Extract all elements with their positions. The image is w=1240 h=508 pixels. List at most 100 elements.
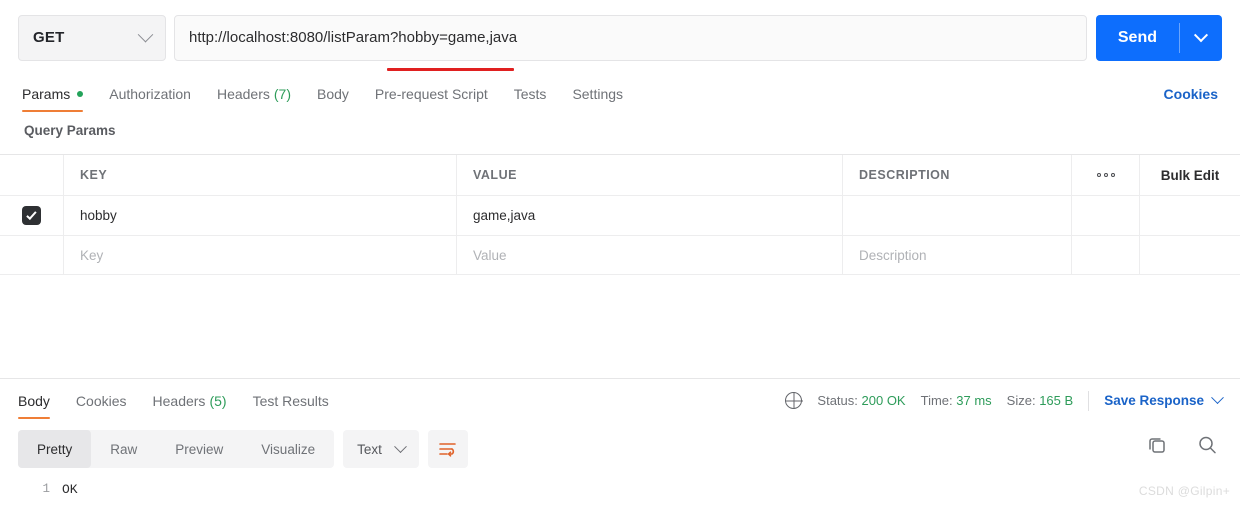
view-raw-button[interactable]: Raw — [91, 430, 156, 468]
view-pretty-button[interactable]: Pretty — [18, 430, 92, 468]
status-label: Status: — [817, 393, 858, 408]
url-text: http://localhost:8080/listParam?hobby=ga… — [189, 29, 518, 46]
table-row[interactable]: hobby game,java — [0, 195, 1240, 235]
tab-body[interactable]: Body — [317, 75, 349, 112]
row-key-value: hobby — [80, 208, 117, 223]
row-checkbox-cell[interactable] — [0, 196, 64, 235]
bulk-edit-button[interactable]: Bulk Edit — [1140, 155, 1240, 195]
tab-body-label: Body — [317, 85, 349, 102]
chevron-down-icon — [1193, 27, 1209, 42]
empty-row-key-input[interactable]: Key — [64, 236, 457, 274]
response-tab-body[interactable]: Body — [18, 382, 50, 419]
bulk-edit-label: Bulk Edit — [1160, 167, 1220, 183]
cookies-link[interactable]: Cookies — [1164, 86, 1218, 102]
response-body-viewer[interactable]: 1 OK — [0, 482, 1240, 508]
view-preview-button[interactable]: Preview — [156, 430, 242, 468]
header-description-label: DESCRIPTION — [859, 168, 950, 182]
empty-row-spacer-options — [1072, 236, 1140, 274]
url-input[interactable]: http://localhost:8080/listParam?hobby=ga… — [174, 14, 1087, 71]
pane-divider — [0, 378, 1240, 379]
url-param-highlight-underline — [387, 67, 514, 71]
size-label: Size: — [1006, 393, 1036, 408]
save-response-button[interactable]: Save Response — [1104, 391, 1224, 408]
row-description-cell[interactable] — [843, 196, 1072, 235]
status-value: 200 OK — [861, 393, 906, 408]
tab-headers[interactable]: Headers (7) — [217, 75, 291, 112]
meta-divider — [1088, 390, 1090, 411]
check-icon — [26, 208, 37, 220]
save-response-label: Save Response — [1104, 393, 1204, 408]
row-value-cell[interactable]: game,java — [457, 196, 843, 235]
copy-icon[interactable] — [1146, 434, 1168, 456]
globe-icon — [785, 392, 803, 409]
query-params-table: KEY VALUE DESCRIPTION Bulk Edit hobby ga… — [0, 154, 1240, 275]
send-button-group: Send — [1095, 14, 1222, 61]
empty-row-key-placeholder: Key — [80, 247, 104, 263]
empty-row-checkbox-cell[interactable] — [0, 236, 64, 274]
tab-pre-request-script[interactable]: Pre-request Script — [375, 75, 488, 112]
empty-row-description-placeholder: Description — [859, 247, 927, 263]
tab-tests[interactable]: Tests — [514, 75, 547, 112]
chevron-down-icon — [137, 26, 154, 43]
tab-params[interactable]: Params — [22, 75, 84, 112]
table-options-button[interactable] — [1072, 155, 1140, 195]
header-key-label: KEY — [80, 168, 108, 182]
empty-row-description-input[interactable]: Description — [843, 236, 1072, 274]
response-view-toolbar: Pretty Raw Preview Visualize Text — [18, 430, 468, 468]
response-tab-test-results[interactable]: Test Results — [253, 382, 329, 419]
tab-authorization[interactable]: Authorization — [109, 75, 191, 112]
time-value: 37 ms — [956, 393, 992, 408]
send-button[interactable]: Send — [1096, 15, 1179, 61]
time-group: Time: 37 ms — [921, 393, 992, 408]
watermark: CSDN @Gilpin+ — [1138, 484, 1230, 498]
tab-headers-label: Headers — [216, 85, 270, 102]
response-tabs-bar: Body Cookies Headers (5) Test Results St… — [0, 382, 1240, 419]
header-cell-description: DESCRIPTION — [843, 155, 1072, 195]
header-cell-key: KEY — [64, 155, 457, 195]
table-row-empty[interactable]: Key Value Description — [0, 235, 1240, 275]
response-tab-headers[interactable]: Headers (5) — [153, 382, 227, 419]
row-spacer-options — [1072, 196, 1140, 235]
http-method-label: GET — [33, 29, 65, 46]
response-tab-test-results-label: Test Results — [252, 392, 329, 409]
word-wrap-icon — [439, 442, 457, 457]
response-meta: Status: 200 OK Time: 37 ms Size: 165 B S… — [785, 390, 1224, 411]
search-icon[interactable] — [1196, 434, 1218, 456]
header-value-label: VALUE — [473, 168, 517, 182]
tab-settings[interactable]: Settings — [572, 75, 623, 112]
row-enabled-checkbox[interactable] — [22, 206, 41, 225]
tab-tests-label: Tests — [513, 85, 547, 102]
line-content: OK — [62, 482, 78, 497]
response-format-select[interactable]: Text — [343, 430, 419, 468]
tab-authorization-label: Authorization — [109, 85, 191, 102]
response-tab-headers-label: Headers — [152, 392, 206, 409]
params-modified-dot-icon — [77, 90, 84, 97]
view-visualize-button[interactable]: Visualize — [242, 430, 334, 468]
response-format-label: Text — [357, 441, 382, 457]
header-cell-select — [0, 155, 64, 195]
row-key-cell[interactable]: hobby — [64, 196, 457, 235]
header-cell-value: VALUE — [457, 155, 843, 195]
size-group: Size: 165 B — [1007, 393, 1074, 408]
chevron-down-icon — [1211, 391, 1224, 405]
send-options-button[interactable] — [1180, 15, 1222, 61]
tab-headers-count: (7) — [273, 85, 291, 102]
response-tab-body-label: Body — [18, 392, 50, 409]
request-tabs: Params Authorization Headers (7) Body Pr… — [0, 75, 1240, 112]
response-tab-cookies[interactable]: Cookies — [76, 382, 127, 419]
row-value-value: game,java — [473, 208, 536, 223]
url-bar: GET http://localhost:8080/listParam?hobb… — [0, 0, 1240, 75]
response-actions — [1146, 434, 1218, 456]
empty-row-value-input[interactable]: Value — [457, 236, 843, 274]
response-view-segmented: Pretty Raw Preview Visualize — [18, 430, 335, 468]
word-wrap-button[interactable] — [427, 430, 468, 468]
response-tab-headers-count: (5) — [209, 392, 227, 409]
ellipsis-icon — [1096, 173, 1115, 177]
empty-row-spacer-bulk — [1140, 236, 1240, 274]
size-value: 165 B — [1039, 393, 1074, 408]
response-tab-cookies-label: Cookies — [75, 392, 127, 409]
query-params-title: Query Params — [24, 123, 116, 138]
empty-row-value-placeholder: Value — [473, 247, 507, 263]
http-method-select[interactable]: GET — [18, 14, 166, 61]
row-spacer-bulk — [1140, 196, 1240, 235]
